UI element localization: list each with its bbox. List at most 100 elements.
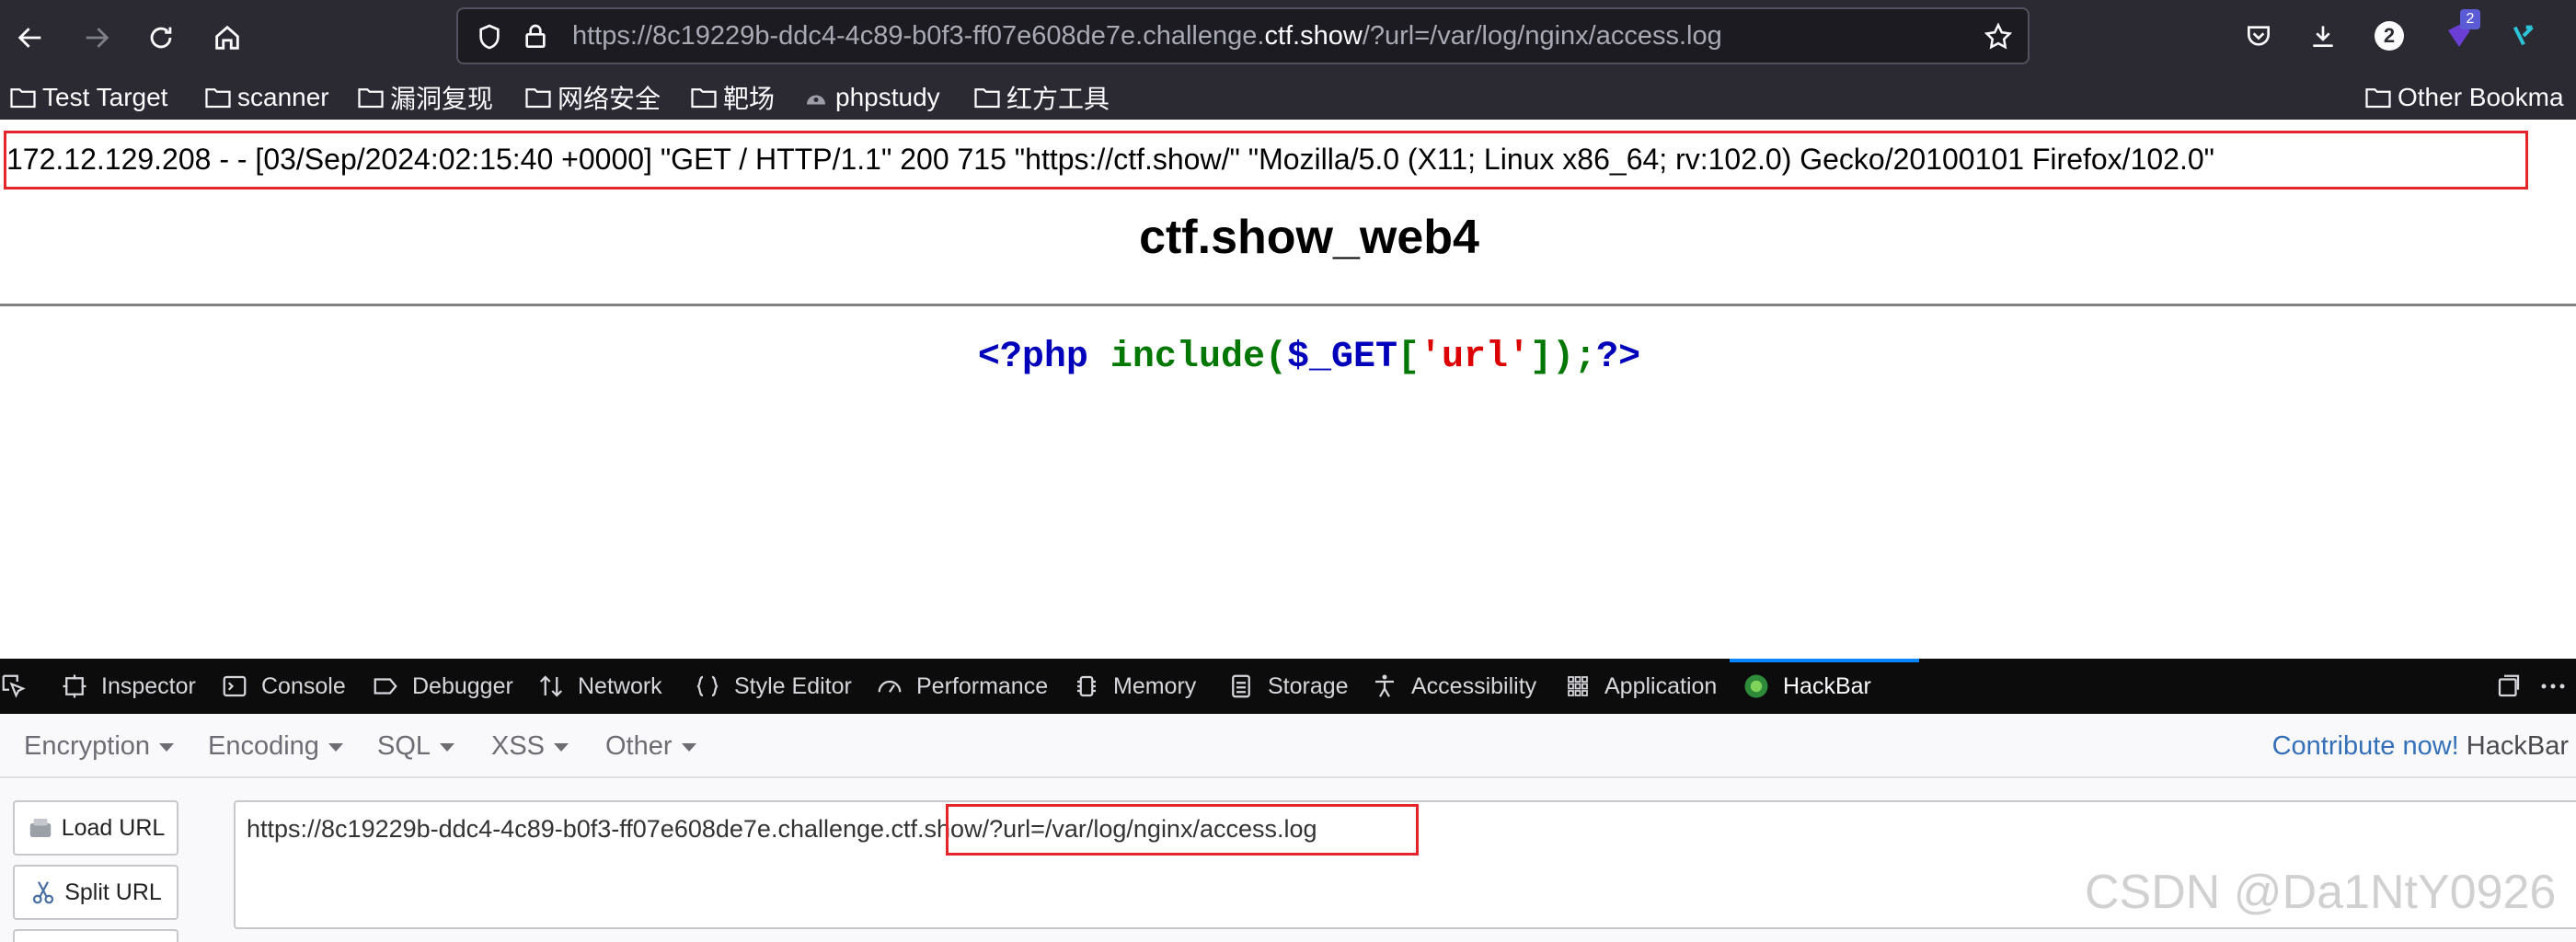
- execute-button-partial[interactable]: [13, 929, 178, 942]
- tab-storage[interactable]: Storage: [1227, 659, 1349, 714]
- bookmarks-bar: Test Target scanner 漏洞复现 网络安全 靶场 phpstud…: [0, 75, 2576, 120]
- downloads-icon[interactable]: [2302, 15, 2344, 57]
- folder-icon: [10, 88, 36, 109]
- hackbar-menu: Encryption Encoding SQL XSS Other Contri…: [0, 714, 2576, 778]
- devtools-panel: Inspector Console Debugger Network Style…: [0, 659, 2576, 942]
- folder-icon: [358, 88, 384, 109]
- back-button[interactable]: [6, 13, 55, 63]
- tab-application[interactable]: Application: [1564, 659, 1717, 714]
- bookmark-label: scanner: [237, 83, 329, 111]
- extension-icon[interactable]: 2: [2438, 9, 2480, 57]
- tab-label: Style Editor: [734, 672, 852, 699]
- divider: [0, 304, 2576, 306]
- split-url-button[interactable]: Split URL: [13, 865, 178, 920]
- tab-label: Application: [1604, 672, 1718, 699]
- extension-badge: 2: [2460, 9, 2480, 29]
- lock-icon[interactable]: [519, 20, 552, 53]
- tab-console[interactable]: Console: [221, 659, 346, 714]
- chevron-down-icon: [554, 742, 569, 752]
- bookmark-label: 漏洞复现: [390, 85, 494, 113]
- dock-toggle-button[interactable]: [2495, 659, 2536, 714]
- pocket-icon[interactable]: [2237, 15, 2280, 57]
- chevron-down-icon: [440, 742, 455, 752]
- forward-button[interactable]: [72, 13, 121, 63]
- tab-label: Storage: [1268, 672, 1349, 699]
- menu-encoding[interactable]: Encoding: [208, 714, 343, 778]
- browser-toolbar: https://8c19229b-ddc4-4c89-b0f3-ff07e608…: [0, 0, 2576, 75]
- bookmark-vuln-repro[interactable]: 漏洞复现: [357, 75, 493, 120]
- bookmark-scanner[interactable]: scanner: [204, 75, 329, 120]
- tab-label: Console: [261, 672, 346, 699]
- folder-icon: [205, 88, 231, 109]
- accessibility-icon: [1375, 674, 1394, 697]
- bookmark-network-security[interactable]: 网络安全: [524, 75, 661, 120]
- performance-icon: [878, 680, 902, 693]
- address-bar[interactable]: https://8c19229b-ddc4-4c89-b0f3-ff07e608…: [456, 7, 2030, 64]
- bookmark-label: phpstudy: [835, 83, 940, 111]
- bookmark-test-target[interactable]: Test Target: [9, 75, 167, 120]
- menu-encryption[interactable]: Encryption: [24, 714, 175, 778]
- dock-side-icon: [2498, 674, 2520, 697]
- tab-performance[interactable]: Performance: [876, 659, 1048, 714]
- load-url-icon: [29, 819, 51, 837]
- php-open-tag: <?php: [977, 337, 1088, 378]
- shield-icon[interactable]: [473, 20, 506, 53]
- tab-label: Inspector: [101, 672, 196, 699]
- tab-network[interactable]: Network: [537, 659, 662, 714]
- tab-label: Performance: [916, 672, 1049, 699]
- tab-accessibility[interactable]: Accessibility: [1371, 659, 1536, 714]
- chevron-down-icon: [159, 742, 175, 752]
- php-close-tag: ?>: [1596, 337, 1641, 378]
- page-title: ctf.show_web4: [1139, 211, 1479, 264]
- bookmark-label: 靶场: [723, 85, 776, 113]
- tab-style-editor[interactable]: Style Editor: [694, 659, 852, 714]
- tab-inspector[interactable]: Inspector: [61, 659, 196, 714]
- bookmark-label: 红方工具: [1006, 85, 1110, 113]
- tab-label: Debugger: [412, 672, 513, 699]
- folder-icon: [691, 88, 717, 109]
- element-picker-button[interactable]: [0, 659, 40, 714]
- bookmark-redteam-tools[interactable]: 红方工具: [973, 75, 1110, 120]
- more-dots-icon: [2541, 684, 2565, 689]
- folder-icon: [2365, 88, 2391, 109]
- folder-icon: [974, 88, 1000, 109]
- bookmark-range[interactable]: 靶场: [690, 75, 775, 120]
- contribute-link[interactable]: Contribute now!: [2272, 731, 2459, 761]
- tab-hackbar[interactable]: HackBar: [1742, 659, 1871, 714]
- php-semicolon: ;: [1574, 337, 1597, 378]
- reload-button[interactable]: [136, 13, 186, 63]
- menu-other[interactable]: Other: [605, 714, 696, 778]
- menu-sql[interactable]: SQL: [377, 714, 455, 778]
- tab-debugger[interactable]: Debugger: [372, 659, 513, 714]
- php-key-string: 'url': [1420, 337, 1531, 378]
- url-text[interactable]: https://8c19229b-ddc4-4c89-b0f3-ff07e608…: [572, 9, 1722, 63]
- console-icon: [223, 675, 247, 697]
- tab-label: HackBar: [1783, 672, 1871, 699]
- tab-label: Accessibility: [1411, 672, 1537, 699]
- url-path-highlight-box: [946, 804, 1419, 856]
- bookmark-label: Test Target: [42, 83, 168, 111]
- tab-memory[interactable]: Memory: [1073, 659, 1196, 714]
- vue-devtools-icon[interactable]: [2502, 15, 2545, 57]
- home-button[interactable]: [202, 13, 252, 63]
- bookmark-other[interactable]: Other Bookma: [2364, 75, 2564, 120]
- network-icon: [539, 675, 563, 697]
- tab-label: Memory: [1113, 672, 1197, 699]
- bookmark-phpstudy[interactable]: phpstudy: [802, 75, 940, 120]
- downloads-count-badge[interactable]: 2: [2368, 15, 2410, 57]
- page-content: 172.12.129.208 - - [03/Sep/2024:02:15:40…: [0, 120, 2576, 659]
- scissors-icon: [33, 881, 54, 904]
- php-include-keyword: include: [1110, 337, 1265, 378]
- url-prefix: https://8c19229b-ddc4-4c89-b0f3-ff07e608…: [572, 21, 1265, 51]
- bookmark-star-icon[interactable]: [1982, 20, 2015, 53]
- url-suffix: /?url=/var/log/nginx/access.log: [1362, 21, 1722, 51]
- php-bracket-open: [: [1397, 337, 1420, 378]
- application-icon: [1568, 676, 1588, 696]
- home-icon: [215, 25, 239, 50]
- more-options-button[interactable]: [2539, 659, 2576, 714]
- load-url-button[interactable]: Load URL: [13, 800, 178, 856]
- chevron-down-icon: [328, 742, 343, 752]
- tab-label: Network: [578, 672, 662, 699]
- storage-icon: [1232, 674, 1250, 698]
- menu-xss[interactable]: XSS: [491, 714, 569, 778]
